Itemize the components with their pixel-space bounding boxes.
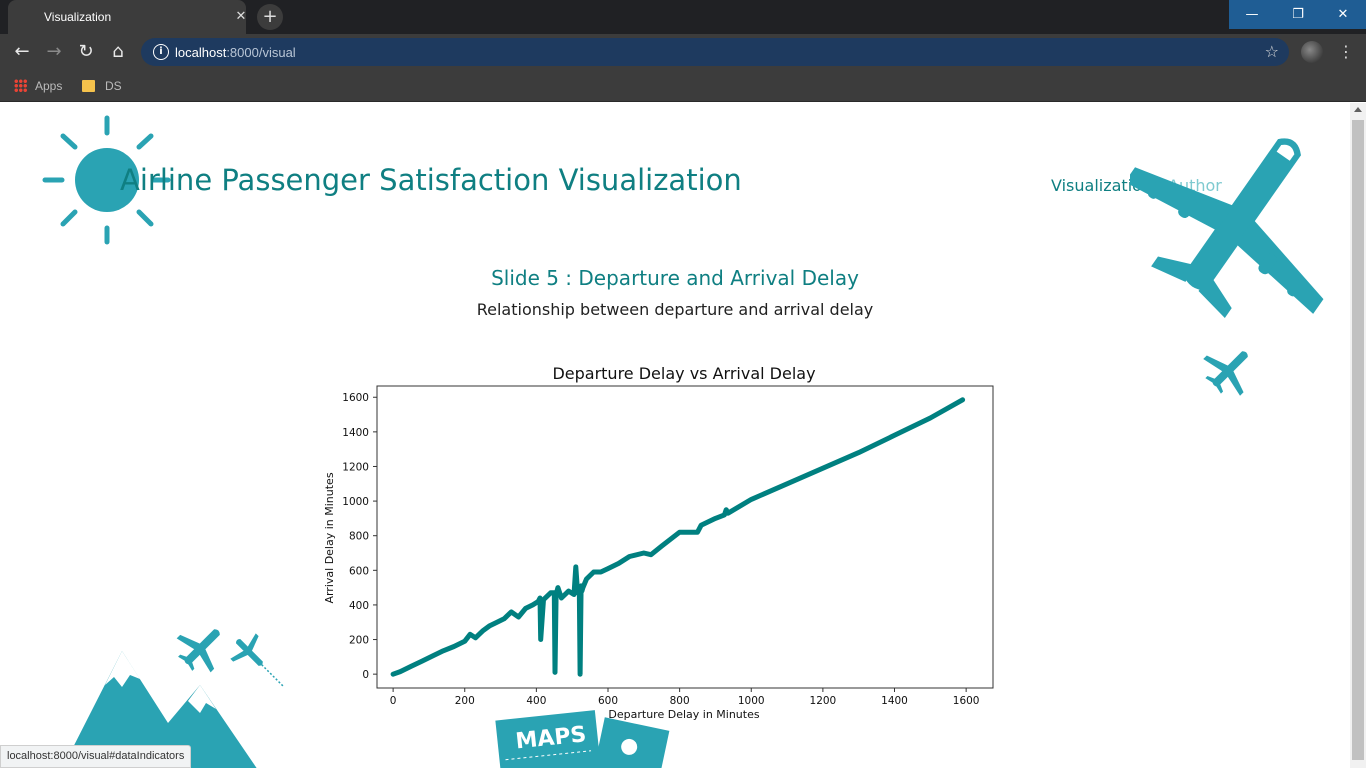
series-line (390, 397, 966, 677)
home-icon[interactable]: ⌂ (106, 40, 130, 64)
address-bar[interactable]: i localhost:8000/visual ☆ (141, 38, 1289, 66)
x-tick-label: 1200 (810, 695, 837, 707)
browser-toolbar: ← → ↻ ⌂ i localhost:8000/visual ☆ (0, 34, 1366, 70)
url-text[interactable]: localhost:8000/visual (175, 45, 296, 60)
x-tick-label: 400 (526, 695, 546, 707)
x-tick-label: 0 (390, 695, 397, 707)
bookmark-ds[interactable]: DS (82, 77, 122, 95)
bookmark-apps[interactable]: Apps (14, 77, 62, 95)
reload-icon[interactable]: ↻ (74, 40, 98, 64)
restore-button[interactable]: ❐ (1275, 0, 1321, 29)
folder-icon (82, 80, 95, 92)
close-window-button[interactable]: ✕ (1320, 0, 1366, 29)
y-tick-label: 1000 (342, 496, 369, 508)
y-tick-label: 600 (349, 565, 369, 577)
kebab-menu-icon[interactable]: ⋮ (1338, 40, 1354, 64)
airplane-icon (1130, 138, 1324, 318)
bookmarks-bar: Apps DS (0, 70, 1366, 102)
x-tick-label: 800 (670, 695, 690, 707)
tab-title: Visualization (44, 10, 112, 24)
x-tick-label: 1400 (881, 695, 908, 707)
x-tick-label: 600 (598, 695, 618, 707)
y-axis-ticks: 0 200 400 600 800 1000 1200 1400 1600 (342, 392, 377, 681)
y-axis-label: Arrival Delay in Minutes (323, 472, 336, 603)
y-tick-label: 200 (349, 635, 369, 647)
y-tick-label: 1200 (342, 461, 369, 473)
bookmark-star-icon[interactable]: ☆ (1265, 42, 1279, 61)
minimize-button[interactable]: — (1229, 0, 1275, 29)
scroll-up-arrow-icon[interactable] (1354, 107, 1362, 112)
small-airplane-icon (1203, 351, 1248, 396)
y-tick-label: 400 (349, 600, 369, 612)
x-tick-label: 1000 (738, 695, 765, 707)
y-tick-label: 0 (362, 669, 369, 681)
y-tick-label: 1400 (342, 427, 369, 439)
status-bar-url: localhost:8000/visual#dataIndicators (0, 745, 192, 768)
site-title: Airline Passenger Satisfaction Visualiza… (120, 163, 742, 197)
x-axis-ticks: 0 200 400 600 800 1000 1200 1400 1600 (390, 688, 980, 707)
x-axis-label: Departure Delay in Minutes (608, 708, 759, 721)
forward-arrow-icon[interactable]: → (42, 40, 66, 64)
new-tab-button[interactable]: + (257, 4, 283, 30)
delay-chart: Departure Delay vs Arrival Delay 0 200 400… (323, 364, 994, 721)
chart-title: Departure Delay vs Arrival Delay (552, 364, 815, 383)
y-tick-label: 800 (349, 531, 369, 543)
tab-close-icon[interactable]: ✕ (232, 8, 250, 26)
info-icon[interactable]: i (153, 44, 169, 60)
slide-subtitle: Relationship between departure and arriv… (476, 300, 874, 319)
profile-avatar[interactable] (1301, 41, 1323, 63)
active-tab[interactable]: Visualization ✕ (8, 0, 246, 34)
series-layer (390, 397, 966, 677)
y-tick-label: 1600 (342, 392, 369, 404)
slide-title: Slide 5 : Departure and Arrival Delay (491, 266, 859, 290)
back-arrow-icon[interactable]: ← (10, 40, 34, 64)
tab-bar: Visualization ✕ + — ❐ ✕ (0, 0, 1366, 34)
x-tick-label: 200 (455, 695, 475, 707)
apps-grid-icon (14, 79, 27, 92)
vertical-scrollbar[interactable] (1350, 103, 1366, 768)
page-viewport: Airline Passenger Satisfaction Visualiza… (0, 103, 1350, 768)
x-tick-label: 1600 (953, 695, 980, 707)
scrollbar-thumb[interactable] (1352, 120, 1364, 760)
